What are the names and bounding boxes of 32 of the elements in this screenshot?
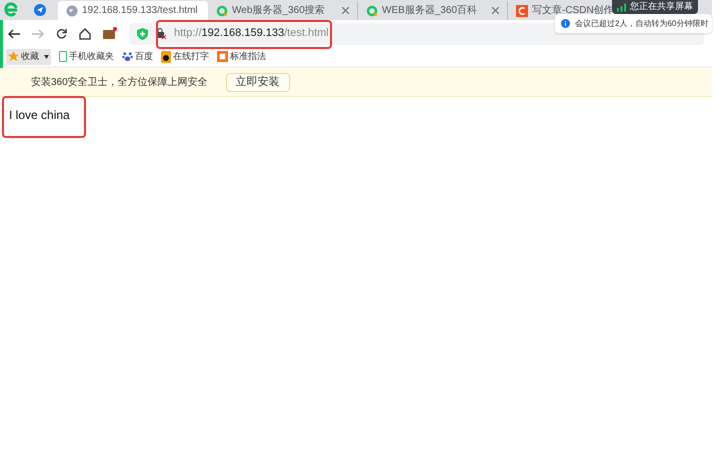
info-text: 安装360安全卫士，全方位保障上网安全 xyxy=(31,76,208,90)
install-button[interactable]: 立即安装 xyxy=(226,72,290,92)
bookmark-item[interactable]: 标准指法 xyxy=(217,48,266,64)
info-icon xyxy=(561,19,570,28)
home-icon[interactable] xyxy=(79,28,91,40)
bookmark-item[interactable]: 在线打字 xyxy=(161,48,209,64)
letter-c-logo-icon xyxy=(516,4,528,16)
notice-text: 会议已超过2人，自动转为60分钟限时 xyxy=(575,18,708,30)
dropdown-caret-icon[interactable] xyxy=(44,54,49,58)
search-logo-icon xyxy=(216,4,228,16)
tab-title: WEB服务器_360百科 xyxy=(382,4,478,18)
search-logo-icon xyxy=(366,4,378,16)
navigation-arrow-icon[interactable] xyxy=(34,4,46,16)
shield-icon xyxy=(137,28,148,40)
close-icon[interactable] xyxy=(492,7,499,14)
tab-title: Web服务器_360搜索 xyxy=(232,4,325,18)
signal-bars-icon xyxy=(617,2,626,12)
tab-title: 192.168.159.133/test.html xyxy=(82,4,198,18)
phone-icon xyxy=(59,51,67,62)
star-icon xyxy=(8,51,19,62)
reload-icon[interactable] xyxy=(56,28,67,39)
lock-icon xyxy=(156,28,166,39)
browser-tab[interactable]: 192.168.159.133/test.html xyxy=(58,1,208,20)
bookmark-item[interactable]: 收藏 xyxy=(6,48,51,64)
close-icon[interactable] xyxy=(342,7,349,14)
page-text: I love china xyxy=(9,108,70,122)
bookmark-item[interactable]: 手机收藏夹 xyxy=(59,48,114,64)
bookmark-item[interactable]: 百度 xyxy=(122,48,153,64)
back-icon[interactable] xyxy=(8,28,20,38)
briefcase-icon[interactable] xyxy=(103,27,117,40)
paw-icon xyxy=(122,51,133,62)
address-url[interactable]: http://192.168.159.133/test.html xyxy=(174,25,329,42)
